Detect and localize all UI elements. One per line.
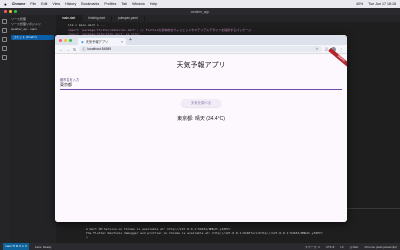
site-info-icon[interactable]: ⓘ <box>82 47 85 51</box>
status-encoding[interactable]: UTF-8 <box>326 245 335 249</box>
chrome-menu-icon[interactable]: ⋮ <box>339 47 343 52</box>
menu-profiles[interactable]: Profiles <box>104 2 116 6</box>
tab-main-dart[interactable]: main.dart <box>56 15 83 22</box>
menu-file[interactable]: File <box>30 2 36 6</box>
menu-history[interactable]: History <box>65 2 76 6</box>
reload-icon[interactable]: ↻ <box>73 47 76 52</box>
chrome-tab-bar: ◆ 天気予報アプリ × + <box>55 35 347 45</box>
weather-result-text: 東京都: 晴天 (34.4°C) <box>177 116 225 122</box>
menu-clock[interactable]: Tue Jun 17 18:18 <box>368 2 396 6</box>
chrome-window: ◆ 天気予報アプリ × + ← → ↻ ⓘ localhost:54589 ☆ … <box>55 35 347 222</box>
status-eol[interactable]: LF <box>340 245 344 249</box>
forward-icon[interactable]: → <box>66 47 70 52</box>
close-tab-icon[interactable]: × <box>121 40 123 44</box>
java-status[interactable]: Java: Ready <box>35 245 52 249</box>
menu-edit[interactable]: Edit <box>41 2 47 6</box>
status-bar: main ⟲ ⊗ 0 ⚠ 0 Java: Ready スペース: 2 UTF-8… <box>0 243 400 250</box>
vscode-title: weather_app <box>190 9 210 14</box>
chrome-tab-title: 天気予報アプリ <box>85 40 109 44</box>
tab-pubspec-yaml[interactable]: pubspec.yaml <box>112 15 145 22</box>
sidebar-repo-item[interactable]: weather_ap... main <box>11 27 54 32</box>
new-tab-icon[interactable]: + <box>129 37 132 43</box>
app-title: 天気予報アプリ <box>176 62 226 69</box>
back-icon[interactable]: ← <box>59 47 63 52</box>
status-device[interactable]: Chrome (web-javascript) <box>364 245 397 249</box>
git-branch-status[interactable]: main ⟲ ⊗ 0 ⚠ 0 <box>3 243 29 250</box>
battery-status[interactable]: 40% <box>356 2 363 6</box>
flutter-favicon-icon: ◆ <box>81 39 84 44</box>
menu-app-name[interactable]: Chrome <box>12 2 26 6</box>
source-control-sidebar: ソース管理 ソース管理リポジトリ weather_ap... main コミット… <box>9 15 56 243</box>
extensions-icon[interactable] <box>2 55 7 60</box>
menu-window[interactable]: Window <box>132 2 145 6</box>
apple-menu-icon[interactable]: ● <box>4 2 7 7</box>
search-icon[interactable] <box>2 28 7 33</box>
zoom-window-icon[interactable] <box>69 38 72 42</box>
run-debug-icon[interactable] <box>2 46 7 51</box>
status-language[interactable]: {} Dart <box>350 245 359 249</box>
editor-tabs: main.dart binding.dart pubspec.yaml <box>56 15 400 22</box>
menu-tab[interactable]: Tab <box>121 2 127 6</box>
flutter-app-page: DEBUG 天気予報アプリ 都市名を入力 東京都 天気を調べる 東京都: 晴天 … <box>55 47 347 222</box>
close-window-icon[interactable] <box>4 10 7 13</box>
close-window-icon[interactable] <box>59 38 62 42</box>
activity-bar <box>0 15 9 243</box>
city-input-underline <box>60 89 342 90</box>
macos-menu-bar: ● Chrome File Edit View History Bookmark… <box>0 0 400 8</box>
chrome-toolbar: ← → ↻ ⓘ localhost:54589 ☆ ◫ ⋮ <box>55 45 347 54</box>
source-control-icon[interactable] <box>2 37 7 42</box>
explorer-icon[interactable] <box>2 19 7 24</box>
menu-bookmarks[interactable]: Bookmarks <box>81 2 99 6</box>
chrome-tab[interactable]: ◆ 天気予報アプリ × <box>78 38 126 45</box>
city-input[interactable]: 東京都 <box>60 82 72 88</box>
zoom-window-icon[interactable] <box>14 10 17 13</box>
status-indentation[interactable]: スペース: 2 <box>305 245 320 249</box>
commit-button[interactable]: コミット (Cmd⏎) <box>11 35 54 40</box>
tab-binding-dart[interactable]: binding.dart <box>82 15 112 22</box>
vscode-titlebar: weather_app <box>0 8 400 15</box>
minimize-window-icon[interactable] <box>64 38 67 42</box>
address-bar[interactable]: ⓘ localhost:54589 ☆ <box>79 46 322 52</box>
menu-help[interactable]: Help <box>150 2 157 6</box>
menu-view[interactable]: View <box>52 2 60 6</box>
check-weather-button[interactable]: 天気を調べる <box>181 99 221 107</box>
terminal-cursor: ▯ <box>86 235 88 239</box>
bookmark-star-icon[interactable]: ☆ <box>315 47 318 51</box>
address-url: localhost:54589 <box>87 47 112 51</box>
minimize-window-icon[interactable] <box>9 10 12 13</box>
